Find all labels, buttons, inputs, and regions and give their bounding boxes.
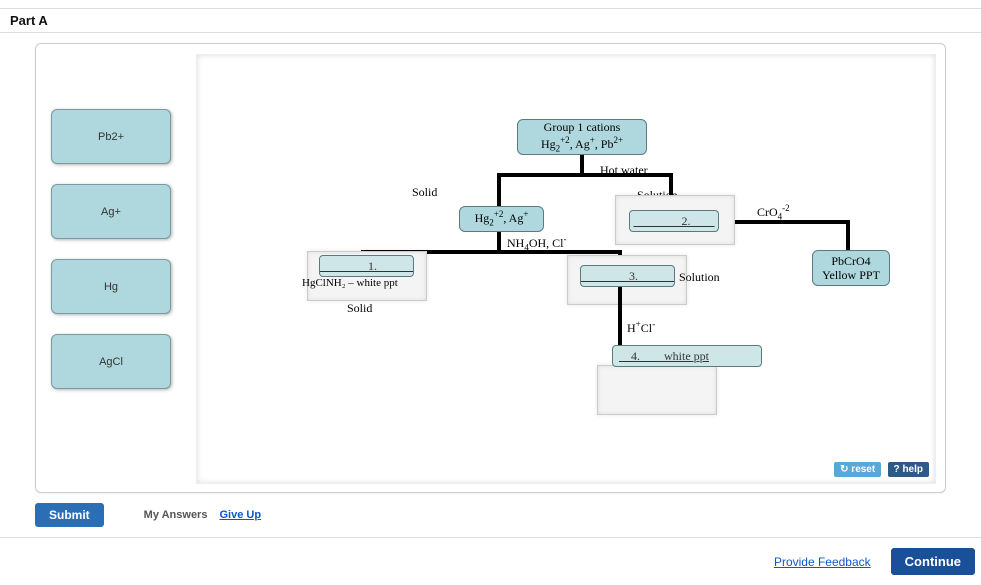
give-up-link[interactable]: Give Up [219,509,261,521]
root-node: Group 1 cations Hg2+2, Ag+, Pb2+ [517,119,647,155]
help-button[interactable]: ? help [888,462,929,477]
label-hcl: H+Cl- [627,319,655,336]
pbcro4-l2: Yellow PPT [822,268,880,282]
drop-target-4[interactable] [597,365,717,415]
connector [618,287,622,352]
drag-item-agcl[interactable]: AgCl [51,334,171,389]
drag-item-hg[interactable]: Hg [51,259,171,314]
slot-1-label: ________1.______ [319,255,414,277]
slot-2-label: ________2.____ [629,210,719,232]
part-title: Part A [0,13,981,28]
pbcro4-l1: PbCrO4 [831,254,870,268]
connector [735,220,850,224]
hg-ag-node: Hg2+2, Ag+ [459,206,544,232]
label-solid2: Solid [347,301,372,316]
drag-source-pool: Pb2+ Ag+ Hg AgCl [51,109,191,409]
submit-button[interactable]: Submit [35,503,104,527]
slot-4-label: __4.___ white ppt [612,345,762,367]
root-line2: Hg2+2, Ag+, Pb2+ [541,137,623,151]
reset-button[interactable]: ↻ reset [834,462,881,477]
provide-feedback-link[interactable]: Provide Feedback [774,555,871,569]
my-answers-link[interactable]: My Answers [144,509,208,521]
label-cro4: CrO4-2 [757,203,790,221]
connector [497,232,501,250]
page-footer: Provide Feedback Continue [0,537,981,585]
drag-item-ag[interactable]: Ag+ [51,184,171,239]
canvas-toolbar: ↻ reset ? help [831,461,929,477]
label-hgclnh: HgClNH₂ – white ppt [302,277,398,289]
label-hotwater: Hot water [600,163,648,178]
pbcro4-node: PbCrO4 Yellow PPT [812,250,890,286]
continue-button[interactable]: Continue [891,548,975,575]
connector [497,173,501,206]
label-solution2: Solution [679,270,720,285]
label-solid: Solid [412,185,437,200]
connector [580,155,584,173]
answer-footer: Submit My Answers Give Up [35,503,946,527]
drop-canvas: Group 1 cations Hg2+2, Ag+, Pb2+ Solid H… [196,54,936,484]
slot-3-label: ________3.______ [580,265,675,287]
label-nh4ohcl: NH4OH, Cl- [507,234,567,252]
connector [846,220,850,252]
hg-ag-text: Hg2+2, Ag+ [475,209,529,228]
root-line1: Group 1 cations [544,120,621,134]
question-panel: Pb2+ Ag+ Hg AgCl Group 1 cations Hg2+2, … [35,43,946,493]
drag-item-pb2[interactable]: Pb2+ [51,109,171,164]
